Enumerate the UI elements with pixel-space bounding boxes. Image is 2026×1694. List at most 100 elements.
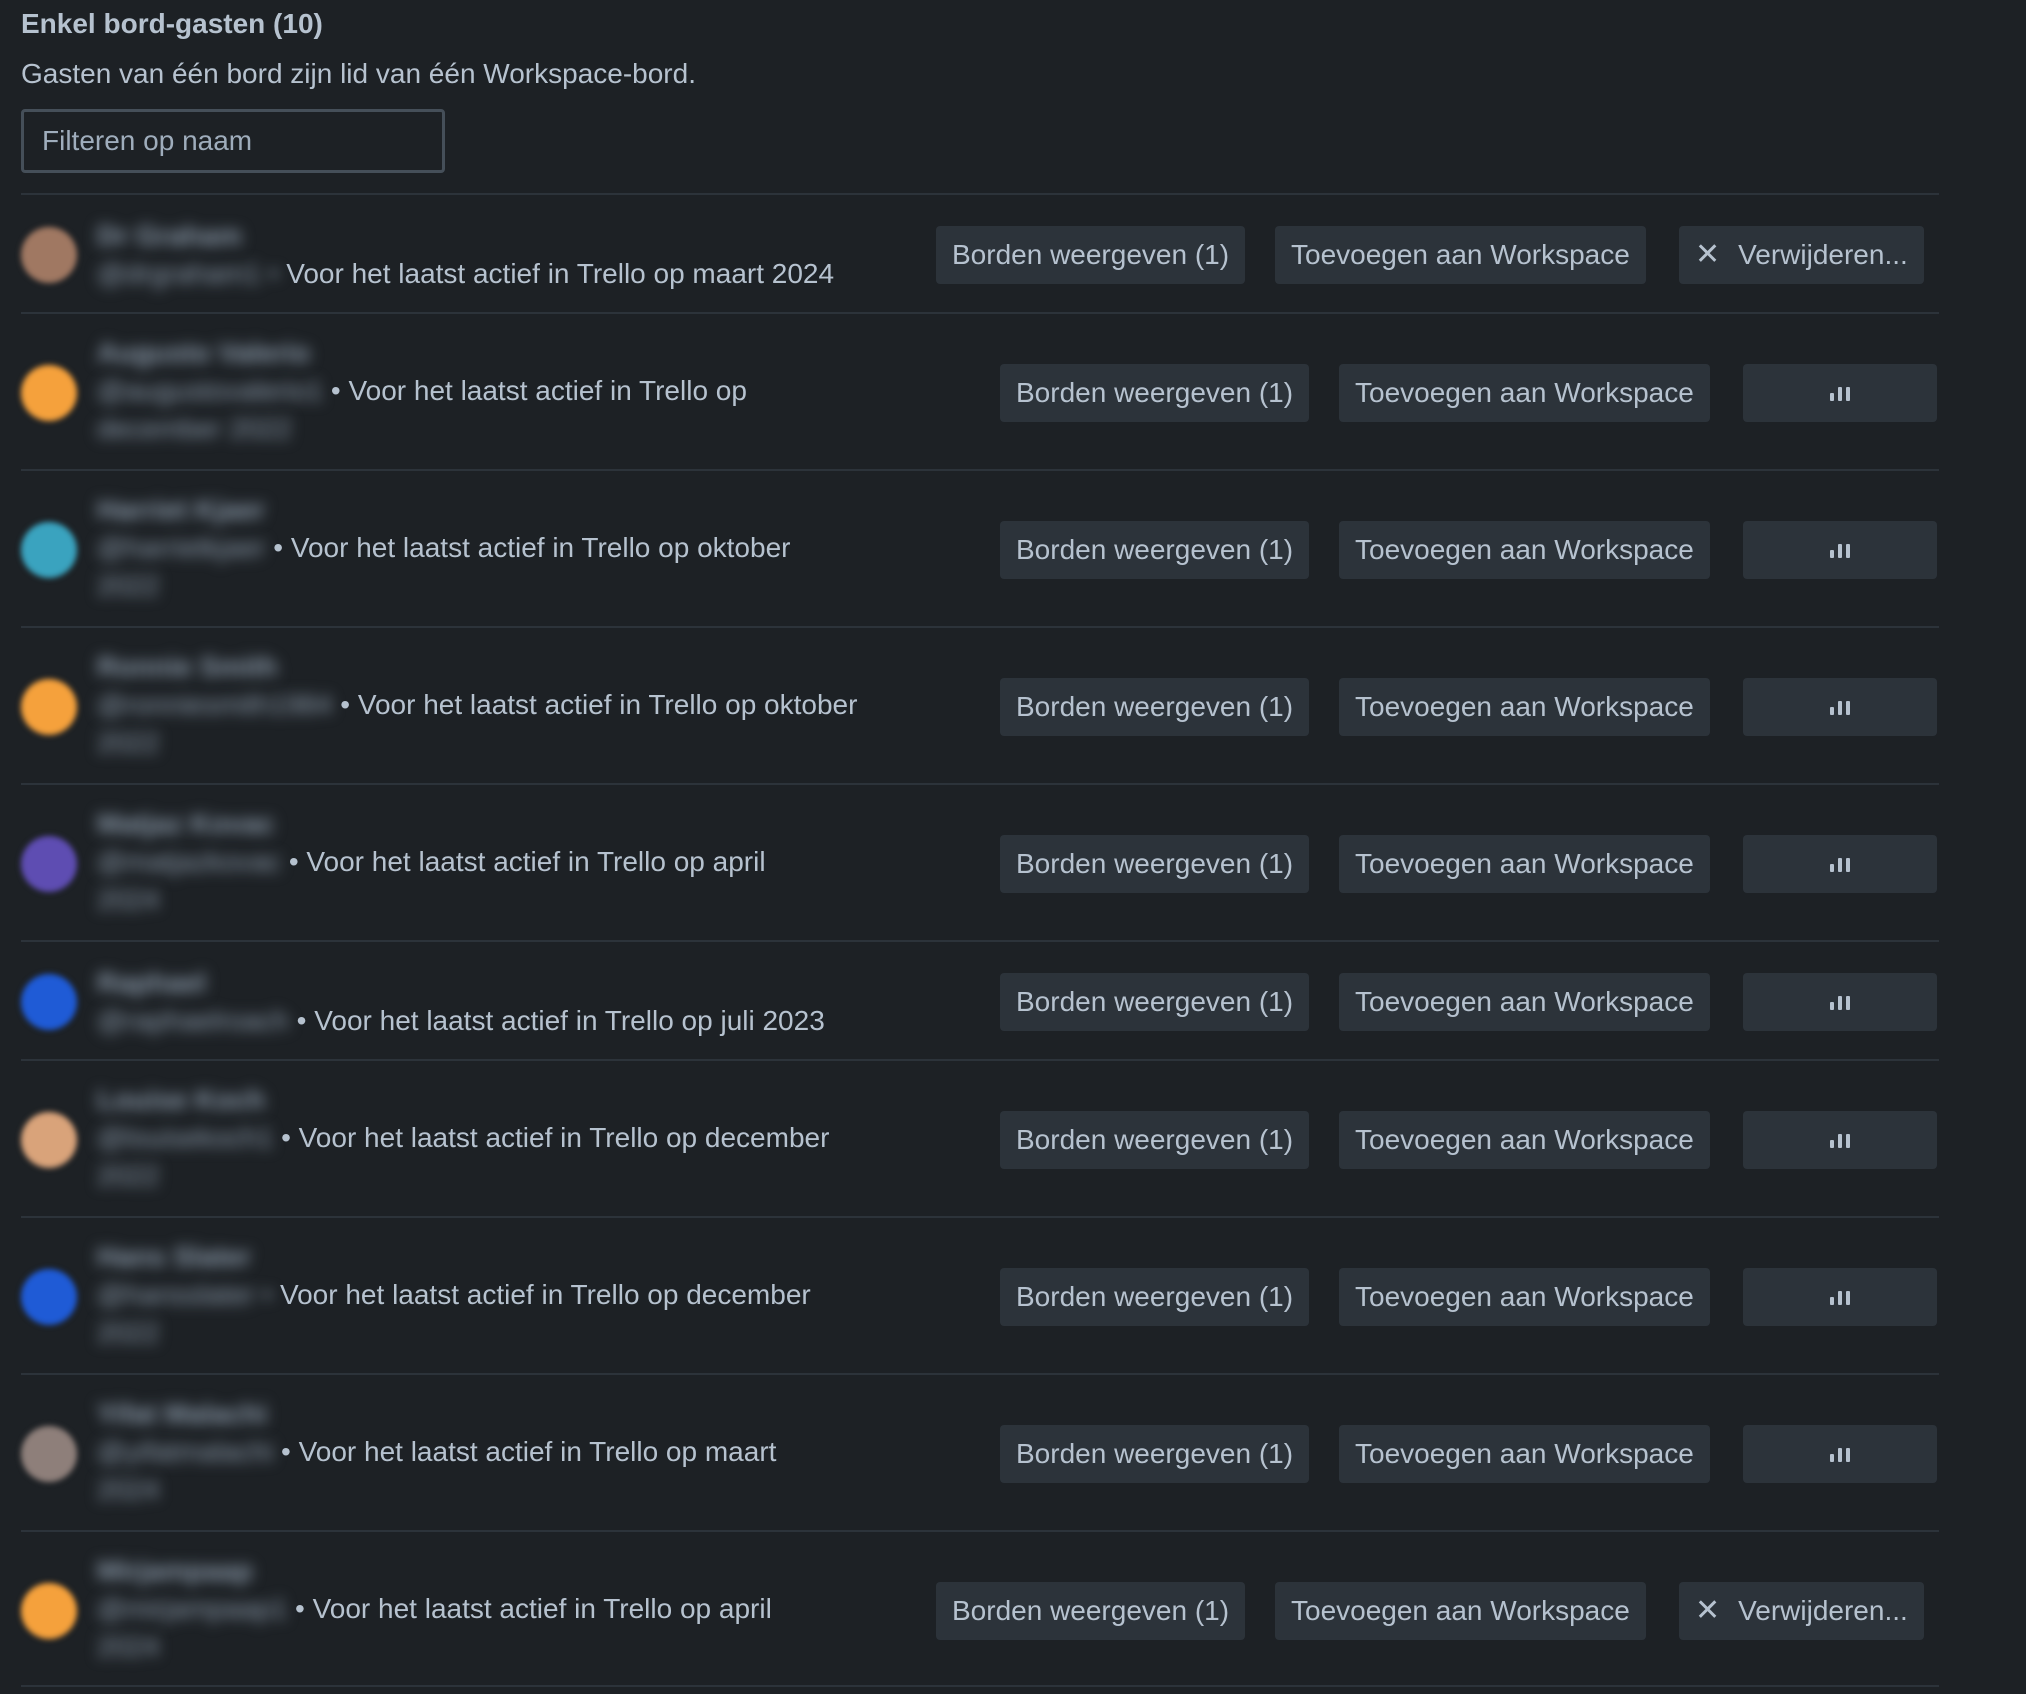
member-last-active-date: december 2022 <box>97 413 292 444</box>
member-name: Dr Graham <box>97 220 242 251</box>
avatar[interactable] <box>21 227 77 283</box>
view-boards-button[interactable]: Borden weergeven (1) <box>1000 1425 1310 1483</box>
member-last-active: • Voor het laatst actief in Trello op ok… <box>332 689 858 720</box>
view-boards-button[interactable]: Borden weergeven (1) <box>936 226 1246 284</box>
avatar[interactable] <box>21 1583 77 1639</box>
member-name: Louise Koch <box>97 1084 266 1115</box>
member-last-active: • Voor het laatst actief in Trello op ok… <box>265 532 791 563</box>
avatar[interactable] <box>21 974 77 1030</box>
add-to-workspace-button[interactable]: Toevoegen aan Workspace <box>1339 521 1710 579</box>
view-boards-button[interactable]: Borden weergeven (1) <box>1000 364 1310 422</box>
spinner-icon <box>1830 1289 1850 1305</box>
member-row: Raphael @raphaelroach • Voor het laatst a… <box>21 940 1939 1059</box>
member-row: Ronnie Smith @ronniesmith1984 • Voor het … <box>21 626 1939 783</box>
avatar[interactable] <box>21 679 77 735</box>
member-info: Mirjampaap @mirjampaap1 • Voor het laatst… <box>97 1552 897 1666</box>
add-to-workspace-button[interactable]: Toevoegen aan Workspace <box>1339 1425 1710 1483</box>
close-icon: ✕ <box>1695 1594 1721 1627</box>
member-last-active: Voor het laatst actief in Trello op maar… <box>278 258 835 289</box>
view-boards-button[interactable]: Borden weergeven (1) <box>936 1582 1246 1640</box>
add-to-workspace-button[interactable]: Toevoegen aan Workspace <box>1339 1111 1710 1169</box>
member-username: @ronniesmith1984 <box>97 689 333 720</box>
remove-button[interactable]: ✕ Verwijderen... <box>1679 226 1924 284</box>
view-boards-button[interactable]: Borden weergeven (1) <box>1000 973 1310 1031</box>
member-name: Yifat Malachi <box>97 1398 268 1429</box>
member-username: @drgraham1 • <box>97 258 279 289</box>
member-name: Mirjampaap <box>97 1555 253 1586</box>
avatar[interactable] <box>21 1426 77 1482</box>
member-info: Harriet Kjaer @harrietkjaer • Voor het la… <box>97 491 897 605</box>
member-last-active-date: 2024 <box>97 1631 160 1662</box>
member-username: @yifatmalachi <box>97 1436 274 1467</box>
member-row: Hans Slater @hansslater • Voor het laatst… <box>21 1216 1939 1373</box>
section-description: Gasten van één bord zijn lid van één Wor… <box>21 58 696 89</box>
member-info: Raphael @raphaelroach • Voor het laatst a… <box>97 964 897 1040</box>
member-info: Hans Slater @hansslater • Voor het laatst… <box>97 1238 897 1352</box>
member-info: Louise Koch @louisekoch1 • Voor het laats… <box>97 1081 897 1195</box>
member-username: @louisekoch1 <box>97 1122 274 1153</box>
member-last-active-date: 2024 <box>97 1474 160 1505</box>
loading-button[interactable] <box>1743 1425 1937 1483</box>
member-username: @hansslater • <box>97 1279 273 1310</box>
remove-button[interactable]: ✕ Verwijderen... <box>1679 1582 1924 1640</box>
add-to-workspace-button[interactable]: Toevoegen aan Workspace <box>1275 226 1646 284</box>
view-boards-button[interactable]: Borden weergeven (1) <box>1000 1111 1310 1169</box>
member-name: Raphael <box>97 967 206 998</box>
spinner-icon <box>1830 385 1850 401</box>
member-row: Harriet Kjaer @harrietkjaer • Voor het la… <box>21 469 1939 626</box>
view-boards-button[interactable]: Borden weergeven (1) <box>1000 521 1310 579</box>
member-row: Augusto Valerio @augustovalerio1 • Voor h… <box>21 312 1939 469</box>
member-row: Mirjampaap @mirjampaap1 • Voor het laatst… <box>21 1530 1939 1687</box>
add-to-workspace-button[interactable]: Toevoegen aan Workspace <box>1339 1268 1710 1326</box>
member-last-active: • Voor het laatst actief in Trello op ma… <box>273 1436 777 1467</box>
member-info: Yifat Malachi @yifatmalachi • Voor het la… <box>97 1395 897 1509</box>
loading-button[interactable] <box>1743 835 1937 893</box>
section-title: Enkel bord-gasten (10) <box>21 8 323 39</box>
add-to-workspace-button[interactable]: Toevoegen aan Workspace <box>1339 835 1710 893</box>
member-username: @harrietkjaer <box>97 532 266 563</box>
member-last-active-date: 2024 <box>97 884 160 915</box>
avatar[interactable] <box>21 1269 77 1325</box>
spinner-icon <box>1830 856 1850 872</box>
avatar[interactable] <box>21 522 77 578</box>
member-list: Dr Graham @drgraham1 • Voor het laatst ac… <box>21 193 1939 1687</box>
member-name: Harriet Kjaer <box>97 494 266 525</box>
loading-button[interactable] <box>1743 678 1937 736</box>
member-username: @raphaelroach <box>97 1005 289 1036</box>
add-to-workspace-button[interactable]: Toevoegen aan Workspace <box>1339 973 1710 1031</box>
member-name: Ronnie Smith <box>97 651 278 682</box>
member-name: Augusto Valerio <box>97 337 311 368</box>
member-last-active: Voor het laatst actief in Trello op dece… <box>272 1279 811 1310</box>
remove-button-label: Verwijderen... <box>1738 1595 1908 1626</box>
loading-button[interactable] <box>1743 1111 1937 1169</box>
filter-by-name-input[interactable] <box>21 109 445 173</box>
member-info: Matjaz Kovac @matjazkovac • Voor het laat… <box>97 805 897 919</box>
avatar[interactable] <box>21 365 77 421</box>
member-last-active-date: 2022 <box>97 727 160 758</box>
loading-button[interactable] <box>1743 521 1937 579</box>
member-last-active: • Voor het laatst actief in Trello op <box>323 375 747 406</box>
add-to-workspace-button[interactable]: Toevoegen aan Workspace <box>1339 678 1710 736</box>
member-row: Louise Koch @louisekoch1 • Voor het laats… <box>21 1059 1939 1216</box>
view-boards-button[interactable]: Borden weergeven (1) <box>1000 835 1310 893</box>
loading-button[interactable] <box>1743 973 1937 1031</box>
spinner-icon <box>1830 699 1850 715</box>
spinner-icon <box>1830 542 1850 558</box>
avatar[interactable] <box>21 836 77 892</box>
member-info: Augusto Valerio @augustovalerio1 • Voor h… <box>97 334 897 448</box>
avatar[interactable] <box>21 1112 77 1168</box>
member-last-active: • Voor het laatst actief in Trello op ap… <box>281 846 766 877</box>
member-username: @augustovalerio1 <box>97 375 324 406</box>
close-icon: ✕ <box>1695 238 1721 271</box>
loading-button[interactable] <box>1743 1268 1937 1326</box>
member-last-active-date: 2022 <box>97 1160 160 1191</box>
loading-button[interactable] <box>1743 364 1937 422</box>
add-to-workspace-button[interactable]: Toevoegen aan Workspace <box>1339 364 1710 422</box>
view-boards-button[interactable]: Borden weergeven (1) <box>1000 1268 1310 1326</box>
member-username: @mirjampaap1 <box>97 1593 288 1624</box>
member-info: Ronnie Smith @ronniesmith1984 • Voor het … <box>97 648 897 762</box>
member-row: Matjaz Kovac @matjazkovac • Voor het laat… <box>21 783 1939 940</box>
add-to-workspace-button[interactable]: Toevoegen aan Workspace <box>1275 1582 1646 1640</box>
member-info: Dr Graham @drgraham1 • Voor het laatst ac… <box>97 217 897 293</box>
view-boards-button[interactable]: Borden weergeven (1) <box>1000 678 1310 736</box>
